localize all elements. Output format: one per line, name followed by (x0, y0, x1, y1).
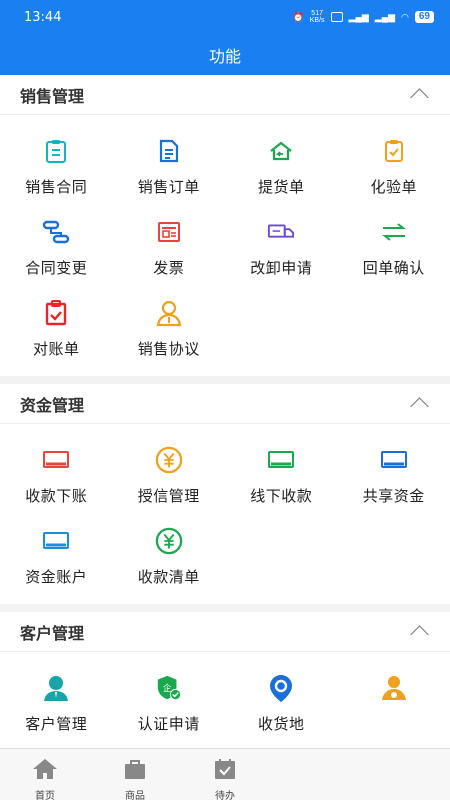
signal-icon: ▂▄▆ (348, 11, 369, 22)
card-icon (267, 446, 295, 474)
function-item[interactable]: 销售订单 (113, 123, 226, 204)
card-icon (380, 446, 408, 474)
function-label: 收货地 (257, 716, 305, 733)
function-label: 收款清单 (137, 569, 200, 586)
invoice-icon (155, 218, 183, 246)
chevron-up-icon[interactable] (410, 625, 429, 644)
person-icon (155, 299, 183, 327)
tab-item[interactable]: 首页 (0, 749, 90, 800)
bottom-tab-bar: 首页 商品 待办 (0, 748, 450, 800)
location-icon (267, 674, 295, 702)
function-label: 认证申请 (137, 716, 200, 733)
function-item[interactable]: 提货单 (225, 123, 338, 204)
function-label: 销售协议 (137, 341, 200, 358)
function-label: 授信管理 (137, 488, 200, 505)
function-label: 改卸申请 (250, 260, 313, 277)
card-icon (42, 446, 70, 474)
status-icons: ⏰ 517 KB/s ▂▄▆ ▂▄▆ ◠ 69 (293, 10, 434, 24)
function-item[interactable]: 授信管理 (113, 432, 226, 513)
alarm-icon: ⏰ (292, 11, 304, 22)
certify-icon: 企 (155, 674, 183, 702)
function-item[interactable]: 回单确认 (338, 204, 450, 285)
exchange-icon (380, 218, 408, 246)
chevron-up-icon[interactable] (410, 397, 429, 416)
function-item[interactable]: 销售合同 (0, 123, 113, 204)
section-header[interactable]: 客户管理 (0, 612, 450, 652)
function-label: 对账单 (32, 341, 80, 358)
function-label: 化验单 (370, 179, 417, 196)
battery-icon: 69 (414, 11, 434, 23)
svg-text:企: 企 (163, 683, 172, 693)
house-return-icon (267, 137, 295, 165)
wifi-icon: ◠ (401, 11, 409, 22)
section-title: 客户管理 (20, 625, 85, 643)
document-icon (155, 137, 183, 165)
function-item[interactable]: 对账单 (0, 285, 113, 366)
driver-icon (380, 674, 408, 702)
section-title: 资金管理 (20, 397, 85, 415)
tab-item[interactable]: 商品 (90, 749, 180, 800)
function-grid: 客户管理企认证申请 收货地 (0, 652, 450, 748)
function-item[interactable]: 改卸申请 (225, 204, 338, 285)
function-label: 资金账户 (25, 569, 88, 586)
bag-icon (123, 758, 147, 785)
function-item[interactable]: 收款下账 (0, 432, 113, 513)
flow-icon (42, 218, 70, 246)
card-icon (42, 527, 70, 555)
function-grid: 收款下账 授信管理 线下收款 共享资金资金账户 收款清单 (0, 424, 450, 604)
function-label: 合同变更 (25, 260, 88, 277)
tab-item[interactable]: 待办 (180, 749, 270, 800)
page-title: 功能 (208, 48, 241, 66)
tab-label: 待办 (215, 791, 235, 800)
function-label: 收款下账 (25, 488, 88, 505)
yuan-circle-icon (155, 527, 183, 555)
clipboard-icon (42, 137, 70, 165)
function-item[interactable]: 发票 (113, 204, 226, 285)
truck-icon (267, 218, 295, 246)
function-list[interactable]: 销售管理销售合同 销售订单 提货单 化验单合同变更 发票 改卸申请 回单确认对账单 销售协议资… (0, 75, 450, 748)
yuan-circle-icon (155, 446, 183, 474)
tab-label: 商品 (125, 791, 145, 800)
function-label: 提货单 (257, 179, 305, 196)
function-item[interactable]: 企认证申请 (113, 660, 226, 741)
function-item[interactable]: 客户管理 (0, 660, 113, 741)
scroll-fade (300, 690, 360, 730)
calendar-check-icon (213, 758, 237, 785)
signal-icon-2: ▂▄▆ (374, 11, 396, 22)
function-label: 共享资金 (362, 488, 425, 505)
reconcile-icon (42, 299, 70, 327)
function-item[interactable]: 线下收款 (225, 432, 338, 513)
function-label: 发票 (153, 260, 185, 277)
customer-icon (42, 674, 70, 702)
section-title: 销售管理 (20, 88, 85, 106)
chevron-up-icon[interactable] (410, 88, 429, 107)
function-grid: 销售合同 销售订单 提货单 化验单合同变更 发票 改卸申请 回单确认对账单 销售协议 (0, 115, 450, 376)
tab-label: 首页 (35, 791, 55, 800)
function-item[interactable]: 化验单 (338, 123, 450, 204)
function-item[interactable]: 共享资金 (338, 432, 450, 513)
function-label: 回单确认 (362, 260, 425, 277)
section-gap (0, 604, 450, 612)
page-header: 功能 (0, 34, 450, 75)
checklist-icon (380, 137, 408, 165)
function-label: 销售订单 (137, 179, 200, 196)
function-item[interactable]: 资金账户 (0, 513, 113, 594)
function-label: 线下收款 (250, 488, 313, 505)
home-icon (32, 758, 58, 785)
function-item[interactable]: 销售协议 (113, 285, 226, 366)
section-header[interactable]: 资金管理 (0, 384, 450, 424)
function-item[interactable]: 合同变更 (0, 204, 113, 285)
section-gap (0, 376, 450, 384)
network-speed: 517 KB/s (309, 10, 325, 24)
function-label: 客户管理 (25, 716, 88, 733)
hd-icon (330, 12, 343, 22)
function-label: 销售合同 (25, 179, 88, 196)
status-bar: 13:44 ⏰ 517 KB/s ▂▄▆ ▂▄▆ ◠ 69 (0, 0, 450, 34)
function-item[interactable]: 收款清单 (113, 513, 226, 594)
section-header[interactable]: 销售管理 (0, 75, 450, 115)
status-time: 13:44 (24, 9, 62, 25)
